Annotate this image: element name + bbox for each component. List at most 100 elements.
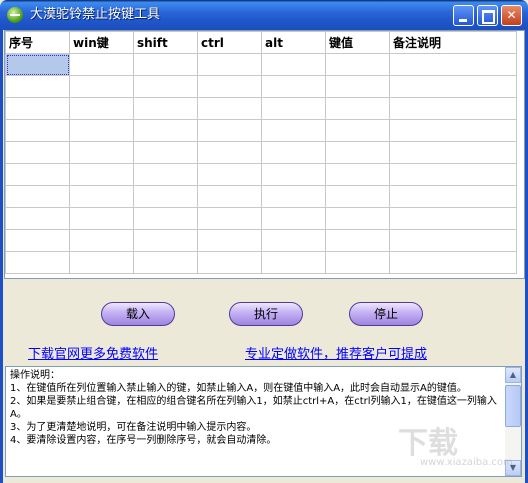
run-button[interactable]: 执行: [229, 302, 303, 326]
table-row: [5, 229, 517, 252]
grid-cell[interactable]: [5, 141, 70, 164]
grid-cell[interactable]: [389, 53, 517, 76]
help-line: 操作说明：: [10, 370, 60, 381]
table-row: [5, 163, 517, 186]
grid-cell[interactable]: [69, 119, 134, 142]
grid-cell[interactable]: [389, 141, 517, 164]
grid-cell[interactable]: [197, 141, 262, 164]
col-header-ctrl[interactable]: ctrl: [197, 31, 262, 54]
grid-cell[interactable]: [133, 53, 198, 76]
col-header-shift[interactable]: shift: [133, 31, 198, 54]
grid-cell[interactable]: [389, 251, 517, 274]
grid-cell[interactable]: [261, 185, 326, 208]
grid-cell[interactable]: [389, 229, 517, 252]
table-row: [5, 207, 517, 230]
grid-cell[interactable]: [133, 207, 198, 230]
grid-cell[interactable]: [133, 229, 198, 252]
grid-cell[interactable]: [325, 141, 390, 164]
key-grid[interactable]: 序号 win键 shift ctrl alt 键值 备注说明: [4, 30, 525, 279]
grid-cell[interactable]: [261, 119, 326, 142]
grid-cell[interactable]: [197, 207, 262, 230]
col-header-remark[interactable]: 备注说明: [389, 31, 517, 54]
title-bar: 大漠驼铃禁止按键工具 ✕: [0, 0, 528, 30]
grid-cell[interactable]: [325, 251, 390, 274]
grid-cell[interactable]: [261, 75, 326, 98]
grid-cell[interactable]: [133, 141, 198, 164]
grid-cell[interactable]: [133, 119, 198, 142]
minimize-button[interactable]: [453, 5, 474, 26]
stop-button[interactable]: 停止: [349, 302, 423, 326]
col-header-win[interactable]: win键: [69, 31, 134, 54]
grid-cell[interactable]: [197, 97, 262, 120]
grid-cell[interactable]: [325, 119, 390, 142]
grid-cell[interactable]: [197, 251, 262, 274]
grid-cell[interactable]: [69, 207, 134, 230]
grid-cell[interactable]: [133, 75, 198, 98]
watermark-logo: 下载: [398, 426, 458, 461]
grid-cell[interactable]: [69, 185, 134, 208]
grid-cell[interactable]: [197, 75, 262, 98]
grid-cell[interactable]: [133, 251, 198, 274]
grid-cell[interactable]: [69, 229, 134, 252]
grid-cell[interactable]: [389, 185, 517, 208]
grid-cell[interactable]: [325, 229, 390, 252]
grid-cell[interactable]: [69, 251, 134, 274]
grid-cell[interactable]: [261, 163, 326, 186]
grid-cell[interactable]: [197, 185, 262, 208]
grid-cell[interactable]: [69, 53, 134, 76]
grid-cell[interactable]: [261, 229, 326, 252]
grid-cell[interactable]: [5, 251, 70, 274]
grid-cell[interactable]: [325, 53, 390, 76]
scroll-up-icon: ▲: [509, 370, 517, 379]
close-button[interactable]: ✕: [501, 5, 522, 26]
grid-cell[interactable]: [389, 75, 517, 98]
grid-cell[interactable]: [5, 229, 70, 252]
grid-cell[interactable]: [69, 163, 134, 186]
grid-cell[interactable]: [133, 163, 198, 186]
grid-cell[interactable]: [197, 119, 262, 142]
grid-cell[interactable]: [133, 185, 198, 208]
grid-cell[interactable]: [5, 53, 70, 76]
scroll-up-button[interactable]: ▲: [505, 367, 521, 383]
col-header-alt[interactable]: alt: [261, 31, 326, 54]
col-header-index[interactable]: 序号: [5, 31, 70, 54]
grid-cell[interactable]: [389, 163, 517, 186]
grid-cell[interactable]: [325, 185, 390, 208]
grid-cell[interactable]: [389, 207, 517, 230]
grid-cell[interactable]: [261, 141, 326, 164]
watermark-url: www.xiazaiba.com: [420, 457, 513, 468]
table-row: [5, 141, 517, 164]
download-link[interactable]: 下载官网更多免费软件: [28, 343, 158, 362]
grid-cell[interactable]: [389, 119, 517, 142]
grid-cell[interactable]: [5, 97, 70, 120]
load-button[interactable]: 载入: [101, 302, 175, 326]
grid-cell[interactable]: [197, 163, 262, 186]
grid-cell[interactable]: [5, 119, 70, 142]
grid-cell[interactable]: [69, 75, 134, 98]
grid-cell[interactable]: [5, 207, 70, 230]
grid-cell[interactable]: [325, 75, 390, 98]
table-row: [5, 75, 517, 98]
maximize-button[interactable]: [477, 5, 498, 26]
grid-cell[interactable]: [69, 141, 134, 164]
custom-software-link[interactable]: 专业定做软件，推荐客户可提成: [245, 343, 427, 362]
grid-cell[interactable]: [261, 97, 326, 120]
grid-cell[interactable]: [261, 207, 326, 230]
col-header-keyvalue[interactable]: 键值: [325, 31, 390, 54]
grid-cell[interactable]: [325, 207, 390, 230]
table-row: [5, 185, 517, 208]
grid-cell[interactable]: [5, 163, 70, 186]
table-row: [5, 97, 517, 120]
grid-cell[interactable]: [325, 163, 390, 186]
grid-cell[interactable]: [389, 97, 517, 120]
grid-cell[interactable]: [197, 53, 262, 76]
grid-cell[interactable]: [5, 185, 70, 208]
grid-cell[interactable]: [5, 75, 70, 98]
grid-cell[interactable]: [197, 229, 262, 252]
grid-cell[interactable]: [133, 97, 198, 120]
grid-cell[interactable]: [261, 53, 326, 76]
grid-cell[interactable]: [261, 251, 326, 274]
scroll-thumb[interactable]: [505, 385, 521, 427]
grid-cell[interactable]: [69, 97, 134, 120]
grid-cell[interactable]: [325, 97, 390, 120]
